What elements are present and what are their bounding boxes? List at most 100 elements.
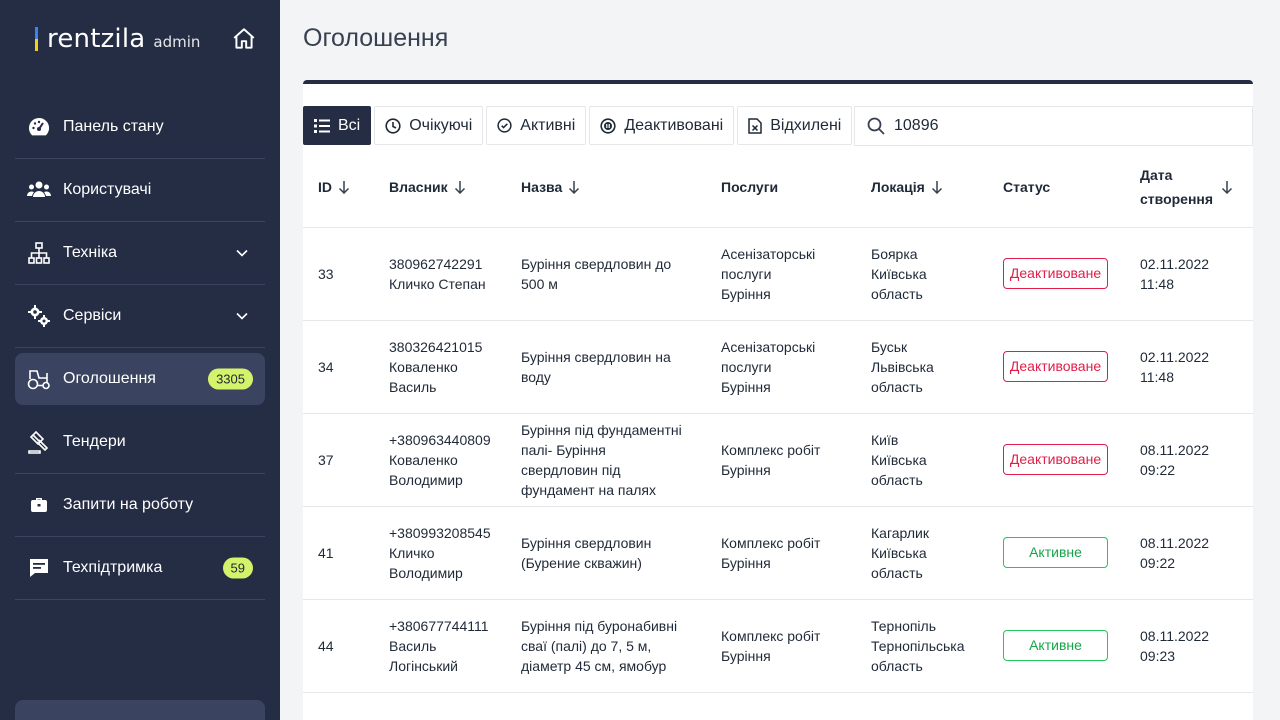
col-status: Статус (988, 147, 1125, 228)
cell-owner-line: +380993208545 (389, 524, 491, 541)
home-icon[interactable] (231, 26, 257, 52)
cell-name: Буріння свердловин до 500 м (506, 227, 706, 321)
filter-rejected-button[interactable]: Відхилені (737, 106, 853, 145)
cell-id: 37 (303, 413, 374, 507)
cell-owner-line: Василь (389, 378, 437, 395)
filter-all-button[interactable]: Всі (303, 106, 372, 145)
sidebar-item-support[interactable]: Техпідтримка 59 (15, 537, 265, 600)
ads-table: ID Власник Назва Послуги Локація Статус … (303, 147, 1253, 693)
cell-services-line: Буріння (721, 554, 771, 571)
search-box[interactable] (854, 106, 1253, 146)
hierarchy-icon (27, 241, 51, 265)
cell-owner-line: Кличко Степан (389, 275, 486, 292)
cell-name-line: свердловин під (521, 461, 621, 478)
table-row[interactable]: 37 +380963440809 Коваленко Володимир Буріння… (303, 413, 1253, 507)
cell-owner: 380326421015 Коваленко Василь (374, 320, 506, 414)
col-owner[interactable]: Власник (374, 147, 506, 228)
list-icon (314, 118, 330, 133)
col-name-label: Назва (521, 178, 563, 195)
col-owner-label: Власник (389, 178, 448, 195)
cell-services-line: Комплекс робіт (721, 534, 821, 551)
cell-owner-line: Коваленко (389, 358, 458, 375)
cell-services-line: Комплекс робіт (721, 627, 821, 644)
cell-services-line: Асенізаторські (721, 338, 816, 355)
table-row[interactable]: 41 +380993208545 Кличко Володимир Буріння св… (303, 506, 1253, 600)
chevron-down-icon[interactable] (235, 246, 249, 260)
table-row[interactable]: 33 380962742291 Кличко Степан Буріння сверд… (303, 227, 1253, 321)
search-input[interactable] (894, 117, 1224, 135)
cell-services-line: послуги (721, 358, 772, 375)
col-created-label-line: створення (1140, 190, 1214, 207)
cell-services-line: Комплекс робіт (721, 441, 821, 458)
status-badge: Деактивоване (1003, 258, 1108, 289)
profile-card[interactable] (15, 700, 265, 720)
cell-name-line: Буріння свердловин до (521, 255, 672, 272)
cell-name-line: Буріння свердловин на (521, 348, 671, 365)
status-badge: Деактивоване (1003, 351, 1108, 382)
brand-logo[interactable]: rentzila admin (35, 24, 200, 54)
cell-name-line: фундамент на палях (521, 481, 657, 498)
cell-owner: +380677744111 Василь Логінський (374, 599, 506, 693)
col-location-label: Локація (871, 178, 925, 195)
sidebar-item-ads[interactable]: Оголошення 3305 (15, 353, 265, 405)
sidebar-item-dashboard[interactable]: Панель стану (15, 96, 265, 159)
cell-created-time: 09:22 (1140, 461, 1176, 478)
cell-created-time: 09:23 (1140, 647, 1176, 664)
cell-owner-line: Василь (389, 637, 437, 654)
chat-icon (27, 556, 51, 580)
sidebar-item-label: Тендери (63, 433, 126, 450)
table-row[interactable]: 44 +380677744111 Василь Логінський Буріння п… (303, 599, 1253, 693)
cell-id: 44 (303, 599, 374, 693)
col-created[interactable]: Дата створення (1125, 147, 1253, 228)
sort-arrow-icon[interactable] (1221, 180, 1233, 194)
cell-location-line: область (871, 564, 923, 581)
search-icon (867, 117, 885, 135)
cell-id: 41 (303, 506, 374, 600)
table-row[interactable]: 34 380326421015 Коваленко Василь Буріння све… (303, 320, 1253, 414)
cell-services-line: Буріння (721, 285, 771, 302)
col-status-label: Статус (1003, 178, 1051, 195)
col-created-label-line: Дата (1140, 166, 1173, 183)
cell-name-line: Буріння під буронабивні (521, 617, 678, 634)
sidebar-item-equipment[interactable]: Техніка (15, 222, 265, 285)
col-id[interactable]: ID (303, 147, 374, 228)
cell-services-line: послуги (721, 265, 772, 282)
col-name[interactable]: Назва (506, 147, 706, 228)
cell-owner-line: 380326421015 (389, 338, 483, 355)
check-circle-icon (497, 118, 512, 133)
cell-location-line: Київська (871, 451, 927, 468)
col-created-label: Дата створення (1140, 163, 1213, 211)
col-services-label: Послуги (721, 178, 779, 195)
cell-location: Київ Київська область (856, 413, 988, 507)
filter-tabs: Всі Очікуючі Активні Деактивовані Відхил… (303, 106, 855, 146)
sidebar-item-job-requests[interactable]: Запити на роботу (15, 474, 265, 537)
cell-services: Асенізаторські послуги Буріння (706, 227, 856, 321)
sort-arrow-icon[interactable] (931, 180, 943, 194)
support-count-badge: 59 (222, 557, 253, 579)
cell-location-line: Кагарлик (871, 524, 929, 541)
cell-location-line: область (871, 471, 923, 488)
sidebar-item-users[interactable]: Користувачі (15, 159, 265, 222)
sidebar-item-tenders[interactable]: Тендери (15, 411, 265, 474)
col-location[interactable]: Локація (856, 147, 988, 228)
filter-active-button[interactable]: Активні (486, 106, 587, 145)
cell-owner-line: +380963440809 (389, 431, 491, 448)
dashboard-icon (27, 115, 51, 139)
sort-arrow-icon[interactable] (568, 180, 580, 194)
cell-location: Тернопіль Тернопільська область (856, 599, 988, 693)
sort-arrow-icon[interactable] (454, 180, 466, 194)
ads-panel: Всі Очікуючі Активні Деактивовані Відхил… (303, 80, 1253, 720)
filter-all-label: Всі (338, 116, 361, 134)
cell-created: 08.11.2022 09:22 (1125, 413, 1253, 507)
cell-status: Активне (988, 506, 1125, 600)
sort-arrow-icon[interactable] (338, 180, 350, 194)
cell-name: Буріння свердловин на воду (506, 320, 706, 414)
cell-status: Деактивоване (988, 227, 1125, 321)
cell-created: 08.11.2022 09:23 (1125, 599, 1253, 693)
filter-deactivated-button[interactable]: Деактивовані (589, 106, 735, 145)
filter-pending-button[interactable]: Очікуючі (374, 106, 484, 145)
cell-id: 34 (303, 320, 374, 414)
cell-created: 02.11.2022 11:48 (1125, 227, 1253, 321)
chevron-down-icon[interactable] (235, 309, 249, 323)
sidebar-item-services[interactable]: Сервіси (15, 285, 265, 348)
